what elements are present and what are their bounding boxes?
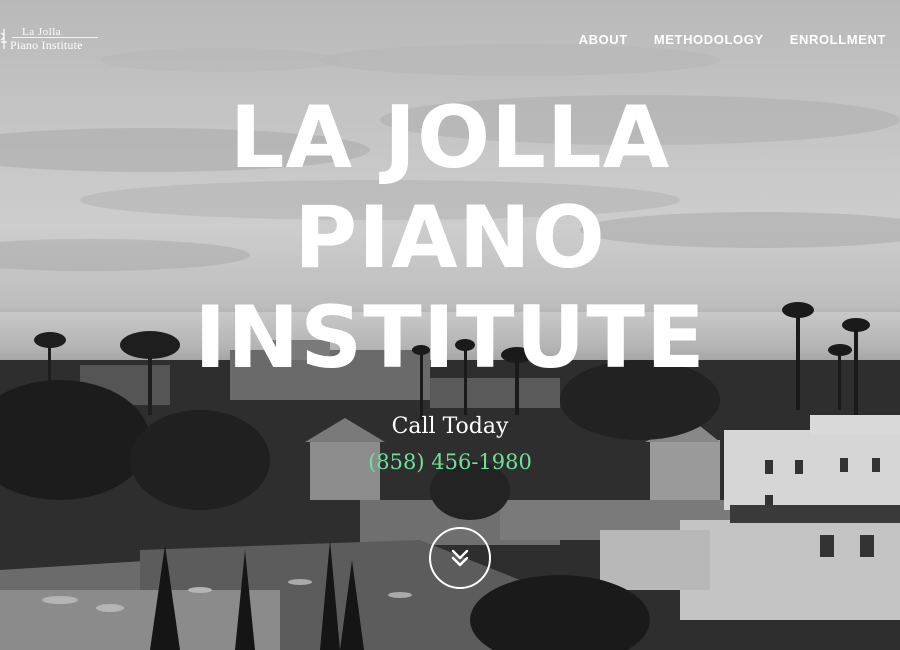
hero-title: LA JOLLA PIANO INSTITUTE [0,88,900,388]
nav-methodology[interactable]: METHODOLOGY [654,32,764,47]
nav-about[interactable]: ABOUT [579,32,628,47]
top-navigation-bar: La Jolla Piano Institute ABOUT METHODOLO… [0,0,900,80]
hero-section: La Jolla Piano Institute ABOUT METHODOLO… [0,0,900,650]
double-chevron-down-icon [451,549,469,567]
scroll-down-button[interactable] [429,527,491,589]
logo-line-2: Piano Institute [10,38,83,52]
call-today-label: Call Today [391,414,509,439]
main-nav: ABOUT METHODOLOGY ENROLLMENT [579,32,886,47]
phone-link[interactable]: (858) 456-1980 [0,450,900,474]
hero-title-line-2: PIANO [294,188,606,288]
piano-key-icon [0,29,7,49]
nav-enrollment[interactable]: ENROLLMENT [790,32,886,47]
hero-title-line-1: LA JOLLA [229,88,671,188]
hero-title-line-3: INSTITUTE [194,288,706,388]
site-logo[interactable]: La Jolla Piano Institute [0,24,110,56]
